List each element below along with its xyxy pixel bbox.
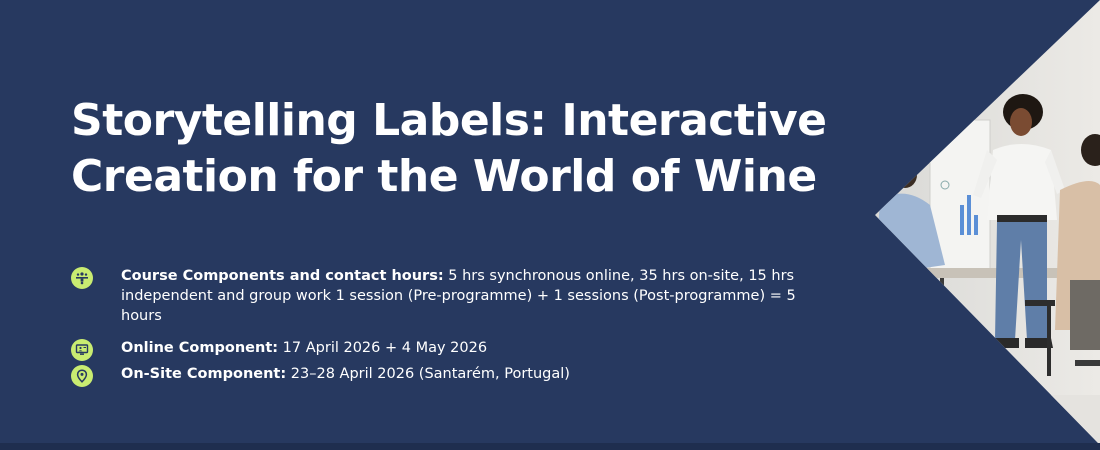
page-title-line-1: Storytelling Labels: Interactive	[71, 95, 827, 146]
onsite-component-label: On-Site Component:	[121, 366, 287, 382]
bottom-divider	[0, 443, 1100, 450]
online-presentation-icon	[71, 339, 93, 361]
onsite-component-value: 23–28 April 2026 (Santarém, Portugal)	[286, 366, 570, 382]
online-component-item: Online Component: 17 April 2026 + 4 May …	[71, 338, 841, 361]
online-component-value: 17 April 2026 + 4 May 2026	[278, 340, 488, 356]
page-title: Storytelling Labels: Interactive Creatio…	[71, 93, 831, 205]
course-hero-banner: Storytelling Labels: Interactive Creatio…	[0, 0, 1100, 450]
location-pin-icon	[71, 365, 93, 387]
course-details-list: Course Components and contact hours: 5 h…	[71, 266, 841, 387]
page-title-line-2: Creation for the World of Wine	[71, 151, 817, 202]
people-group-icon	[71, 267, 93, 289]
course-components-label: Course Components and contact hours:	[121, 268, 444, 284]
onsite-component-item: On-Site Component: 23–28 April 2026 (San…	[71, 364, 841, 387]
classroom-presentation-photo	[875, 0, 1100, 445]
course-components-item: Course Components and contact hours: 5 h…	[71, 266, 841, 326]
online-component-label: Online Component:	[121, 340, 279, 356]
